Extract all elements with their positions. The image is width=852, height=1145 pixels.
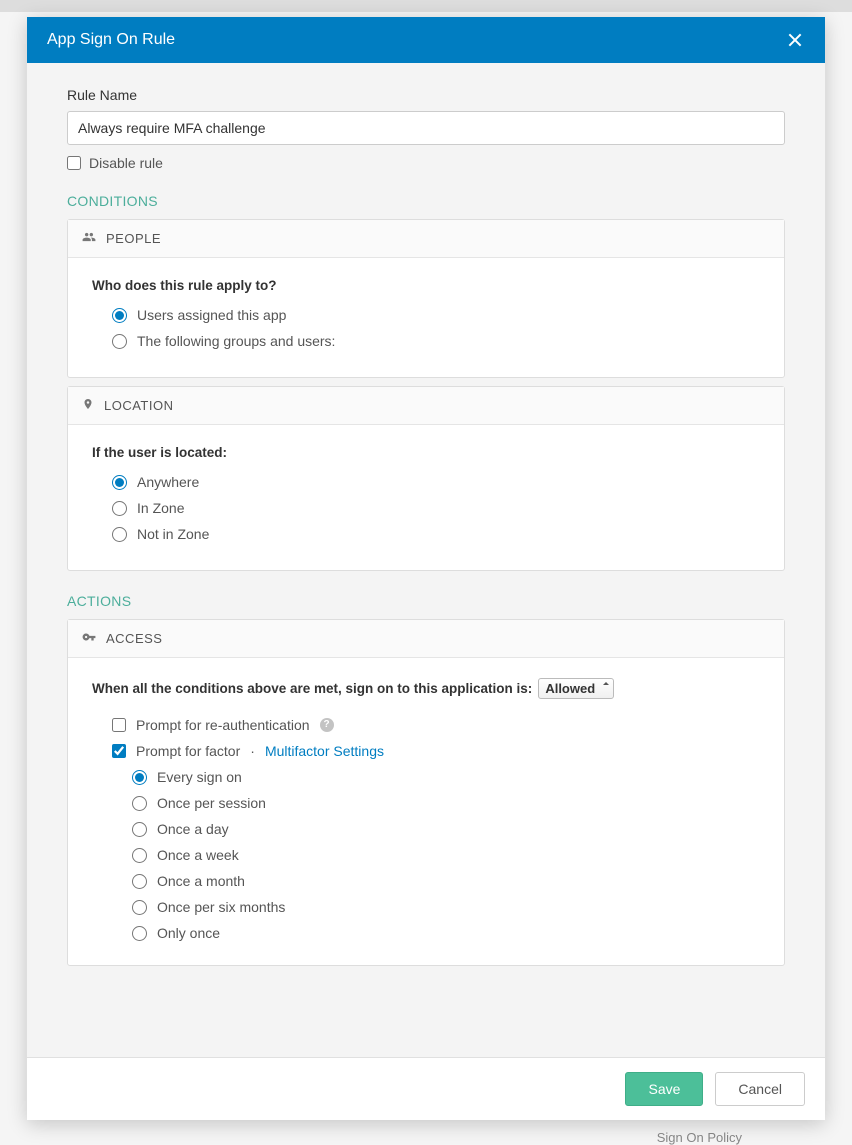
disable-rule-checkbox[interactable] <box>67 156 81 170</box>
access-sentence: When all the conditions above are met, s… <box>92 681 532 696</box>
people-panel-title: PEOPLE <box>106 231 161 246</box>
location-question: If the user is located: <box>92 445 760 460</box>
access-select-wrap[interactable]: Allowed <box>538 678 614 699</box>
factor-opt-session: Once per session <box>157 795 266 811</box>
help-icon[interactable]: ? <box>320 718 334 732</box>
factor-opt-month: Once a month <box>157 873 245 889</box>
people-opt-assigned: Users assigned this app <box>137 307 286 323</box>
factor-radio-week[interactable] <box>132 848 147 863</box>
location-radio-anywhere[interactable] <box>112 475 127 490</box>
access-panel-title: ACCESS <box>106 631 162 646</box>
factor-opt-every: Every sign on <box>157 769 242 785</box>
location-icon <box>82 397 94 414</box>
conditions-heading: CONDITIONS <box>67 193 785 209</box>
modal-footer: Save Cancel <box>27 1057 825 1120</box>
access-select[interactable]: Allowed <box>538 678 614 699</box>
modal-title: App Sign On Rule <box>47 31 175 49</box>
bg-text-bottom: Sign On Policy <box>657 1130 742 1145</box>
location-opt-anywhere: Anywhere <box>137 474 199 490</box>
people-panel: PEOPLE Who does this rule apply to? User… <box>67 219 785 378</box>
close-icon[interactable] <box>787 31 805 49</box>
people-panel-header: PEOPLE <box>68 220 784 258</box>
people-icon <box>82 230 96 247</box>
access-panel-header: ACCESS <box>68 620 784 658</box>
location-panel-header: LOCATION <box>68 387 784 425</box>
factor-opt-day: Once a day <box>157 821 229 837</box>
factor-checkbox[interactable] <box>112 744 126 758</box>
access-panel: ACCESS When all the conditions above are… <box>67 619 785 966</box>
location-opt-notinzone: Not in Zone <box>137 526 209 542</box>
factor-opt-week: Once a week <box>157 847 239 863</box>
factor-label: Prompt for factor <box>136 743 240 759</box>
factor-opt-once: Only once <box>157 925 220 941</box>
factor-radio-day[interactable] <box>132 822 147 837</box>
factor-radio-month[interactable] <box>132 874 147 889</box>
key-icon <box>82 630 96 647</box>
people-opt-groups: The following groups and users: <box>137 333 335 349</box>
location-radio-inzone[interactable] <box>112 501 127 516</box>
bg-top-bar <box>0 0 852 12</box>
location-panel-title: LOCATION <box>104 398 174 413</box>
rule-name-input[interactable] <box>67 111 785 145</box>
factor-radio-session[interactable] <box>132 796 147 811</box>
location-panel: LOCATION If the user is located: Anywher… <box>67 386 785 571</box>
people-radio-groups[interactable] <box>112 334 127 349</box>
factor-separator: · <box>250 743 255 759</box>
factor-radio-once[interactable] <box>132 926 147 941</box>
actions-heading: ACTIONS <box>67 593 785 609</box>
modal-dialog: App Sign On Rule Rule Name Disable rule … <box>27 17 825 1120</box>
factor-opt-sixmonths: Once per six months <box>157 899 285 915</box>
multifactor-link[interactable]: Multifactor Settings <box>265 743 384 759</box>
location-opt-inzone: In Zone <box>137 500 184 516</box>
disable-rule-label: Disable rule <box>89 155 163 171</box>
rule-name-label: Rule Name <box>67 87 785 103</box>
save-button[interactable]: Save <box>625 1072 703 1106</box>
factor-radio-sixmonths[interactable] <box>132 900 147 915</box>
reauth-label: Prompt for re-authentication <box>136 717 310 733</box>
reauth-checkbox[interactable] <box>112 718 126 732</box>
cancel-button[interactable]: Cancel <box>715 1072 805 1106</box>
factor-radio-every[interactable] <box>132 770 147 785</box>
modal-header: App Sign On Rule <box>27 17 825 63</box>
people-question: Who does this rule apply to? <box>92 278 760 293</box>
location-radio-notinzone[interactable] <box>112 527 127 542</box>
people-radio-assigned[interactable] <box>112 308 127 323</box>
modal-body: Rule Name Disable rule CONDITIONS PEOPLE… <box>27 63 825 1057</box>
